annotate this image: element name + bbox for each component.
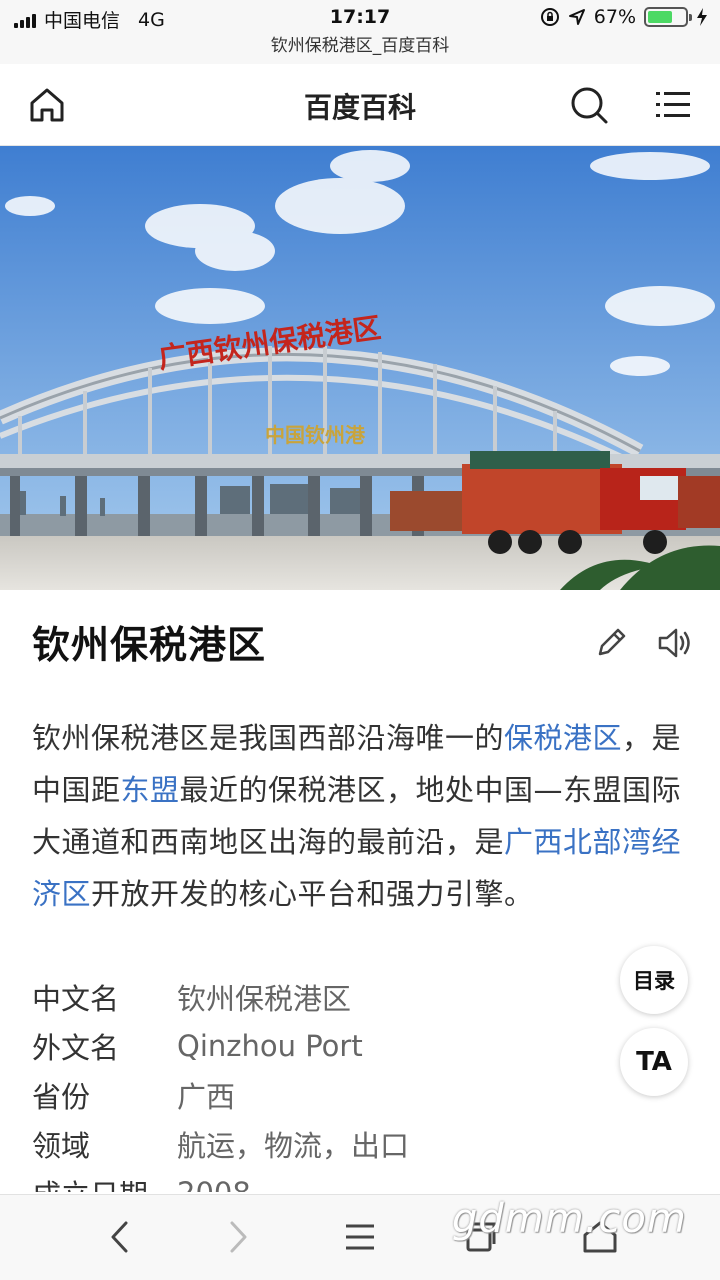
entry-hero-image[interactable]: 广西钦州保税港区 中国钦州港 xyxy=(0,146,720,590)
battery-icon xyxy=(644,7,692,27)
table-of-contents-button[interactable]: 目录 xyxy=(620,946,688,1014)
tabs-button[interactable] xyxy=(458,1215,502,1259)
info-row: 成立日期 2008 xyxy=(32,1168,592,1193)
site-title: 百度百科 xyxy=(303,91,416,124)
info-key: 外文名 xyxy=(32,1030,120,1065)
menu-icon xyxy=(656,92,690,117)
summary-link-asean[interactable]: 东盟 xyxy=(121,773,180,807)
browser-toolbar xyxy=(0,1194,720,1280)
back-button[interactable] xyxy=(98,1215,142,1259)
pencil-icon xyxy=(598,628,626,656)
page-url-title: 钦州保税港区_百度百科 xyxy=(0,34,720,64)
top-nav-bar: 百度百科 xyxy=(0,64,720,146)
info-value: Qinzhou Port xyxy=(177,1028,363,1063)
browser-home-button[interactable] xyxy=(578,1215,622,1259)
home-button[interactable] xyxy=(26,84,68,126)
orientation-lock-icon xyxy=(540,8,559,26)
tabs-icon xyxy=(466,1222,496,1252)
battery-fill xyxy=(648,11,673,23)
menu-button[interactable] xyxy=(652,84,694,126)
status-bar: 中国电信 4G 17:17 67% xyxy=(0,0,720,36)
chevron-right-icon xyxy=(230,1221,247,1253)
chevron-left-icon xyxy=(111,1221,128,1253)
info-key: 省份 xyxy=(32,1079,91,1114)
port-gate-photo: 广西钦州保税港区 中国钦州港 xyxy=(0,146,720,590)
hamburger-icon xyxy=(346,1224,374,1250)
info-value: 广西 xyxy=(177,1079,236,1114)
info-key: 中文名 xyxy=(32,981,120,1016)
info-value: 钦州保税港区 xyxy=(177,981,352,1016)
search-icon xyxy=(571,87,608,124)
speaker-icon xyxy=(658,628,690,658)
font-size-button[interactable]: TA xyxy=(620,1028,688,1096)
forward-button[interactable] xyxy=(216,1215,260,1259)
basic-info-table: 中文名 钦州保税港区 外文名 Qinzhou Port 省份 广西 领域 航运，… xyxy=(32,972,592,1193)
battery-percent: 67% xyxy=(593,6,636,28)
info-value: 2008 xyxy=(177,1176,251,1193)
browser-menu-button[interactable] xyxy=(338,1215,382,1259)
entry-summary: 钦州保税港区是我国西部沿海唯一的保税港区，是中国距东盟最近的保税港区，地处中国—… xyxy=(32,712,692,920)
location-arrow-icon xyxy=(568,9,585,25)
edit-button[interactable] xyxy=(592,624,630,662)
summary-text: 开放开发的核心平台和强力引擎。 xyxy=(91,877,534,911)
status-bar-right: 67% xyxy=(540,6,708,28)
home-icon xyxy=(583,1221,617,1253)
home-icon xyxy=(30,88,64,122)
charging-bolt-icon xyxy=(697,8,707,26)
search-button[interactable] xyxy=(568,84,610,126)
info-row: 领域 航运，物流，出口 xyxy=(32,1119,592,1168)
info-row: 省份 广西 xyxy=(32,1070,592,1119)
info-key: 领域 xyxy=(32,1128,91,1163)
info-row: 外文名 Qinzhou Port xyxy=(32,1021,592,1070)
info-value: 航运，物流，出口 xyxy=(177,1128,410,1163)
gate-sign-text: 中国钦州港 xyxy=(265,423,366,447)
info-key: 成立日期 xyxy=(32,1172,177,1193)
summary-link-bonded-port[interactable]: 保税港区 xyxy=(504,721,622,755)
read-aloud-button[interactable] xyxy=(654,622,696,664)
info-row: 中文名 钦州保税港区 xyxy=(32,972,592,1021)
summary-text: 钦州保税港区是我国西部沿海唯一的 xyxy=(32,721,505,755)
entry-title: 钦州保税港区 xyxy=(32,623,267,667)
